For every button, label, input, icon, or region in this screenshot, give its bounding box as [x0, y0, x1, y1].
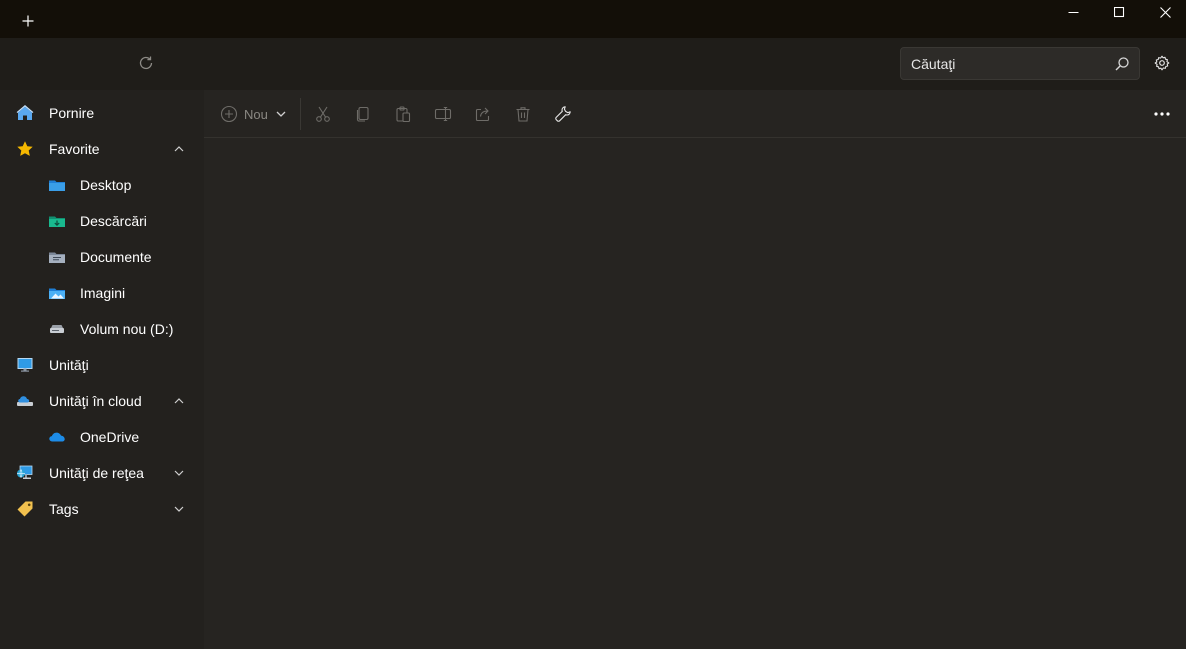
- command-bar: Nou: [204, 90, 1186, 138]
- tag-icon: [17, 501, 33, 517]
- address-bar: [0, 38, 1186, 90]
- copy-button[interactable]: [352, 102, 374, 126]
- chevron-up-icon[interactable]: [172, 395, 186, 407]
- new-tab-button[interactable]: [14, 8, 42, 34]
- delete-button[interactable]: [512, 102, 534, 126]
- sidebar-item-label: Descărcări: [80, 213, 147, 229]
- maximize-icon: [1113, 6, 1124, 17]
- file-list-area[interactable]: [204, 138, 1186, 649]
- title-bar: [0, 0, 1186, 38]
- sidebar-item-documents[interactable]: Documente: [0, 239, 204, 275]
- network-icon: [17, 465, 33, 479]
- minimize-icon: [1068, 11, 1078, 13]
- close-button[interactable]: [1142, 0, 1186, 24]
- sidebar-item-onedrive[interactable]: OneDrive: [0, 419, 204, 455]
- delete-icon: [516, 107, 530, 122]
- chevron-down-icon: [276, 111, 286, 117]
- paste-icon: [396, 106, 411, 123]
- sidebar-item-label: Unităţi de reţea: [49, 465, 144, 481]
- sidebar-item-label: OneDrive: [80, 429, 140, 445]
- chevron-down-icon[interactable]: [172, 467, 186, 479]
- toolbar-divider: [300, 98, 301, 130]
- sidebar-item-label: Favorite: [49, 141, 100, 157]
- rename-button[interactable]: [432, 102, 454, 126]
- home-icon: [16, 105, 34, 120]
- chevron-down-icon[interactable]: [172, 503, 186, 515]
- downloads-folder-icon: [49, 216, 65, 227]
- sidebar-item-label: Tags: [49, 501, 79, 517]
- search-box[interactable]: [900, 47, 1140, 80]
- sidebar-item-desktop[interactable]: Desktop: [0, 167, 204, 203]
- desktop-folder-icon: [49, 180, 65, 191]
- sidebar-item-downloads[interactable]: Descărcări: [0, 203, 204, 239]
- sidebar-item-label: Desktop: [80, 177, 132, 193]
- more-icon: [1154, 112, 1170, 116]
- maximize-button[interactable]: [1096, 0, 1142, 24]
- sidebar-item-label: Documente: [80, 249, 152, 265]
- sidebar-item-tags[interactable]: Tags: [0, 491, 204, 527]
- sidebar-item-label: Volum nou (D:): [80, 321, 174, 337]
- cut-icon: [316, 106, 330, 122]
- sidebar-item-label: Unităţi: [49, 357, 89, 373]
- sidebar: Pornire Favorite Desktop Descărcări Docu: [0, 90, 204, 649]
- copy-icon: [356, 106, 369, 122]
- refresh-button[interactable]: [134, 51, 158, 75]
- sidebar-item-favorites[interactable]: Favorite: [0, 131, 204, 167]
- sidebar-item-drives[interactable]: Unităţi: [0, 347, 204, 383]
- sidebar-item-pictures[interactable]: Imagini: [0, 275, 204, 311]
- plus-icon: [22, 15, 34, 27]
- new-button[interactable]: Nou: [220, 102, 292, 126]
- more-options-button[interactable]: [1150, 102, 1174, 126]
- pictures-folder-icon: [49, 288, 65, 299]
- paste-button[interactable]: [392, 102, 414, 126]
- cut-button[interactable]: [312, 102, 334, 126]
- drive-icon: [50, 325, 64, 333]
- sidebar-item-drive-d[interactable]: Volum nou (D:): [0, 311, 204, 347]
- properties-button[interactable]: [552, 102, 574, 126]
- rename-icon: [434, 106, 452, 122]
- sidebar-item-home[interactable]: Pornire: [0, 95, 204, 131]
- star-icon: [17, 141, 33, 156]
- settings-button[interactable]: [1150, 51, 1174, 75]
- gear-icon: [1154, 55, 1170, 71]
- sidebar-item-label: Unităţi în cloud: [49, 393, 142, 409]
- share-button[interactable]: [472, 102, 494, 126]
- sidebar-item-cloud-drives[interactable]: Unităţi în cloud: [0, 383, 204, 419]
- search-input[interactable]: [901, 48, 1106, 79]
- chevron-up-icon[interactable]: [172, 143, 186, 155]
- sidebar-item-label: Imagini: [80, 285, 126, 301]
- search-icon[interactable]: [1113, 55, 1131, 73]
- cloud-drive-icon: [17, 396, 33, 406]
- documents-folder-icon: [49, 252, 65, 263]
- share-icon: [475, 107, 490, 122]
- refresh-icon: [139, 56, 153, 70]
- onedrive-icon: [49, 432, 65, 442]
- close-icon: [1159, 6, 1171, 18]
- monitor-icon: [17, 358, 33, 372]
- minimize-button[interactable]: [1050, 0, 1096, 24]
- sidebar-item-network-drives[interactable]: Unităţi de reţea: [0, 455, 204, 491]
- sidebar-item-label: Pornire: [49, 105, 95, 121]
- plus-circle-icon: [220, 105, 238, 123]
- properties-icon: [555, 106, 571, 122]
- new-button-label: Nou: [244, 106, 268, 122]
